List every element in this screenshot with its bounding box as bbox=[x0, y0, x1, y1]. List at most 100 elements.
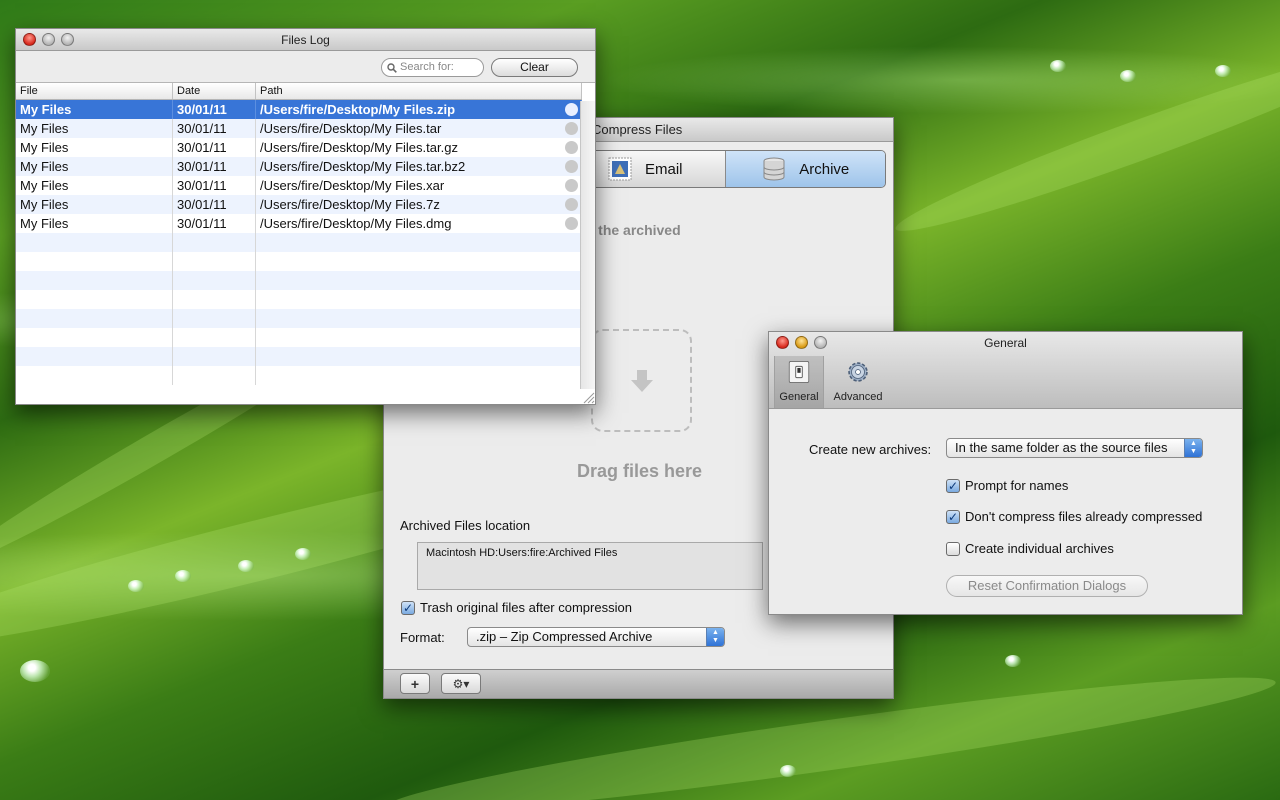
table-header: File Date Path bbox=[16, 83, 582, 100]
cell-file: My Files bbox=[16, 157, 173, 176]
table-row[interactable] bbox=[16, 366, 582, 385]
water-drop bbox=[20, 660, 50, 682]
table-row[interactable]: My Files 30/01/11/Users/fire/Desktop/My F… bbox=[16, 138, 582, 157]
cell-date: 30/01/11 bbox=[173, 100, 256, 119]
close-button[interactable] bbox=[776, 336, 789, 349]
vertical-scrollbar[interactable] bbox=[580, 101, 595, 389]
reveal-magnifier-icon[interactable] bbox=[565, 141, 578, 154]
stamp-icon bbox=[608, 157, 632, 181]
trash-originals-checkbox[interactable]: ✓ bbox=[401, 600, 415, 615]
drop-zone[interactable] bbox=[591, 329, 692, 432]
water-drop bbox=[238, 560, 254, 572]
minimize-button[interactable] bbox=[795, 336, 808, 349]
reveal-magnifier-icon[interactable] bbox=[565, 122, 578, 135]
prompt-names-label: Prompt for names bbox=[965, 478, 1069, 493]
reveal-magnifier-icon[interactable] bbox=[565, 160, 578, 173]
gear-menu-button[interactable]: ⚙▾ bbox=[441, 673, 481, 694]
table-row[interactable] bbox=[16, 271, 582, 290]
cell-date bbox=[173, 290, 256, 309]
window-controls bbox=[776, 336, 827, 349]
cell-file bbox=[16, 366, 173, 385]
skip-compressed-label: Don't compress files already compressed bbox=[965, 509, 1203, 524]
archived-location-field[interactable]: Macintosh HD:Users:fire:Archived Files bbox=[417, 542, 763, 590]
table-row[interactable] bbox=[16, 328, 582, 347]
cell-file: My Files bbox=[16, 119, 173, 138]
format-select[interactable]: .zip – Zip Compressed Archive ▲ ▼ bbox=[467, 627, 725, 647]
create-archives-label: Create new archives: bbox=[809, 442, 932, 457]
search-placeholder: Search for: bbox=[400, 61, 454, 73]
column-header-file[interactable]: File bbox=[16, 83, 173, 99]
water-drop bbox=[1215, 65, 1231, 77]
compress-bottom-bar: + ⚙▾ bbox=[384, 669, 893, 698]
cell-date bbox=[173, 366, 256, 385]
mode-segmented-control: Email Archive bbox=[564, 150, 886, 188]
create-archives-value: In the same folder as the source files bbox=[955, 440, 1168, 455]
cell-path bbox=[256, 309, 582, 328]
cell-file bbox=[16, 309, 173, 328]
general-window-titlebar[interactable]: General General Advanced bbox=[769, 332, 1242, 409]
water-drop bbox=[128, 580, 144, 592]
prompt-names-option[interactable]: ✓ Prompt for names bbox=[946, 478, 1068, 493]
gear-icon bbox=[848, 362, 868, 382]
reveal-magnifier-icon[interactable] bbox=[565, 179, 578, 192]
cell-date: 30/01/11 bbox=[173, 214, 256, 233]
toolbar-general-label: General bbox=[779, 391, 819, 403]
column-header-date[interactable]: Date bbox=[173, 83, 256, 99]
water-drop bbox=[1005, 655, 1021, 667]
tab-archive[interactable]: Archive bbox=[724, 151, 885, 187]
close-button[interactable] bbox=[23, 33, 36, 46]
reveal-magnifier-icon[interactable] bbox=[565, 217, 578, 230]
cell-date bbox=[173, 271, 256, 290]
cell-date bbox=[173, 252, 256, 271]
table-row[interactable]: My Files 30/01/11/Users/fire/Desktop/My F… bbox=[16, 195, 582, 214]
cell-path bbox=[256, 271, 582, 290]
toolbar-general[interactable]: General bbox=[774, 356, 824, 408]
format-label: Format: bbox=[400, 630, 445, 645]
cell-file bbox=[16, 252, 173, 271]
files-log-table: My Files 30/01/11/Users/fire/Desktop/My F… bbox=[16, 100, 582, 388]
reset-confirmation-button[interactable]: Reset Confirmation Dialogs bbox=[946, 575, 1148, 597]
toolbar-advanced[interactable]: Advanced bbox=[833, 356, 883, 408]
table-row[interactable] bbox=[16, 233, 582, 252]
clear-button[interactable]: Clear bbox=[491, 58, 578, 77]
table-row[interactable] bbox=[16, 290, 582, 309]
prompt-names-checkbox[interactable]: ✓ bbox=[946, 478, 960, 493]
water-drop bbox=[1050, 60, 1066, 72]
search-input[interactable]: Search for: bbox=[381, 58, 484, 77]
table-row[interactable] bbox=[16, 252, 582, 271]
files-log-titlebar[interactable]: Files Log bbox=[16, 29, 595, 51]
add-button[interactable]: + bbox=[400, 673, 430, 694]
table-row[interactable]: My Files 30/01/11/Users/fire/Desktop/My F… bbox=[16, 119, 582, 138]
table-row[interactable] bbox=[16, 309, 582, 328]
table-row[interactable]: My Files 30/01/11/Users/fire/Desktop/My F… bbox=[16, 176, 582, 195]
trash-originals-option[interactable]: ✓ Trash original files after compression bbox=[401, 600, 632, 615]
down-arrow-icon bbox=[630, 369, 653, 392]
table-row[interactable]: My Files 30/01/11/Users/fire/Desktop/My F… bbox=[16, 157, 582, 176]
cell-file bbox=[16, 290, 173, 309]
minimize-button[interactable] bbox=[42, 33, 55, 46]
water-drop bbox=[175, 570, 191, 582]
table-row[interactable] bbox=[16, 347, 582, 366]
water-drop bbox=[1120, 70, 1136, 82]
zoom-button[interactable] bbox=[61, 33, 74, 46]
table-row[interactable]: My Files 30/01/11/Users/fire/Desktop/My F… bbox=[16, 100, 582, 119]
reveal-magnifier-icon[interactable] bbox=[565, 198, 578, 211]
cell-file bbox=[16, 233, 173, 252]
files-log-window: Files Log Search for: Clear File Date Pa… bbox=[15, 28, 596, 405]
cell-date: 30/01/11 bbox=[173, 138, 256, 157]
table-row[interactable]: My Files 30/01/11/Users/fire/Desktop/My F… bbox=[16, 214, 582, 233]
cell-path: /Users/fire/Desktop/My Files.tar.bz2 bbox=[256, 157, 582, 176]
switch-icon bbox=[788, 361, 810, 383]
column-header-path[interactable]: Path bbox=[256, 83, 582, 99]
resize-grip-icon[interactable] bbox=[580, 389, 595, 404]
cell-path bbox=[256, 347, 582, 366]
skip-compressed-checkbox[interactable]: ✓ bbox=[946, 509, 960, 524]
window-title: Files Log bbox=[281, 33, 330, 47]
skip-compressed-option[interactable]: ✓ Don't compress files already compresse… bbox=[946, 509, 1202, 524]
reveal-magnifier-icon[interactable] bbox=[565, 103, 578, 116]
zoom-button[interactable] bbox=[814, 336, 827, 349]
individual-archives-option[interactable]: Create individual archives bbox=[946, 541, 1114, 556]
cell-path: /Users/fire/Desktop/My Files.dmg bbox=[256, 214, 582, 233]
create-archives-select[interactable]: In the same folder as the source files ▲… bbox=[946, 438, 1203, 458]
individual-archives-checkbox[interactable] bbox=[946, 541, 960, 556]
